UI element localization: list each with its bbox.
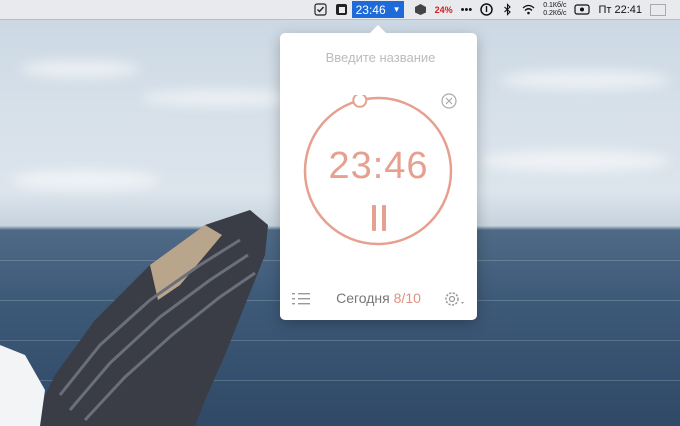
timer-display: 23:46 [328, 145, 429, 187]
cloud [500, 70, 670, 90]
download-speed: 0.2Кб/с [543, 9, 567, 17]
clipboard-icon[interactable] [335, 0, 348, 19]
menubar-timer[interactable]: 23:46 [351, 1, 390, 18]
battery-percent[interactable]: 24% [435, 0, 453, 19]
popover-footer: Сегодня 8/10 [280, 289, 477, 309]
upload-speed: 0.1Кб/с [543, 1, 567, 9]
today-label: Сегодня [336, 290, 390, 306]
close-icon[interactable] [441, 93, 457, 109]
timer-dropdown-icon[interactable]: ▼ [389, 1, 404, 18]
network-speed[interactable]: 0.1Кб/с 0.2Кб/с [543, 0, 566, 19]
flag-icon[interactable] [650, 3, 666, 16]
cloud [10, 170, 160, 190]
timer-popover: 23:46 Сегодня 8/10 [280, 25, 481, 320]
cube-icon[interactable] [414, 0, 427, 19]
progress-handle[interactable] [352, 95, 368, 108]
cloud [480, 150, 670, 172]
today-count: 8/10 [393, 290, 421, 306]
more-icon[interactable]: ••• [461, 0, 473, 19]
pause-button[interactable] [369, 205, 389, 231]
menu-bar: 23:46 ▼ 24% ••• 0.1Кб/с 0.2Кб/с Пт 22:41 [0, 0, 680, 20]
bluetooth-icon[interactable] [501, 0, 514, 19]
cloud [140, 90, 300, 106]
checkmark-icon[interactable] [313, 0, 327, 19]
info-icon[interactable] [480, 0, 493, 19]
menubar-clock[interactable]: Пт 22:41 [598, 0, 642, 19]
wifi-icon[interactable] [522, 0, 535, 19]
task-title-input[interactable] [280, 49, 481, 66]
whale-image [0, 210, 268, 426]
screen-icon[interactable] [574, 0, 591, 19]
cloud [20, 60, 140, 78]
gear-icon[interactable] [442, 289, 468, 309]
